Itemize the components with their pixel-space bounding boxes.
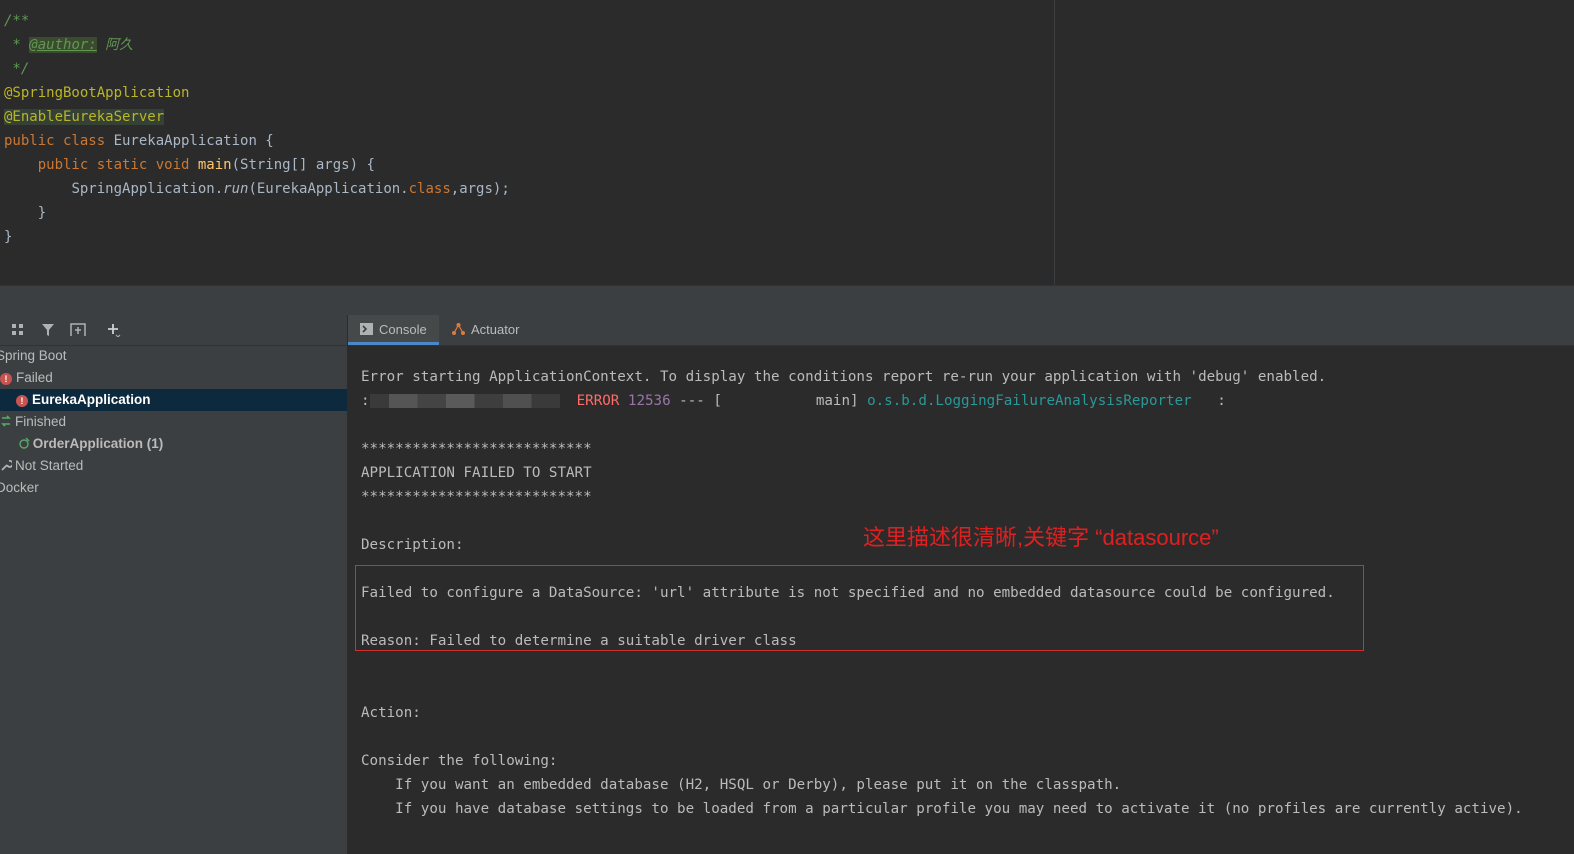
tree-node-not-started[interactable]: Not Started (0, 455, 347, 477)
console-line: If you want an embedded database (H2, HS… (361, 777, 1122, 793)
annotation-token: @SpringBootApplication (4, 85, 190, 101)
tree-node-failed[interactable]: ! Failed (0, 367, 347, 389)
code-line: @EnableEurekaServer (4, 106, 165, 128)
spring-app-icon (19, 437, 30, 449)
services-toolbar (0, 315, 347, 346)
add-icon[interactable] (104, 320, 124, 340)
console-tabs: Console Actuator (348, 315, 1574, 346)
group-icon[interactable] (8, 320, 28, 340)
console-line: *************************** (361, 441, 592, 457)
error-icon: ! (0, 373, 12, 385)
error-icon: ! (16, 395, 28, 407)
console-line: If you have database settings to be load… (361, 801, 1523, 817)
code-line: } (4, 205, 47, 221)
code-line: public static void main(String[] args) { (37, 157, 375, 173)
console-line: APPLICATION FAILED TO START (361, 465, 592, 481)
console-line: Action: (361, 705, 421, 721)
code-line: * @author: 阿久 (4, 37, 134, 53)
pin-tab-icon[interactable] (68, 320, 88, 340)
code-line: } (4, 229, 13, 245)
code-line: SpringApplication.run(EurekaApplication.… (71, 181, 510, 197)
right-margin-guide (1054, 0, 1055, 285)
console-line: Failed to configure a DataSource: 'url' … (361, 585, 1335, 601)
redacted-timestamp (369, 394, 560, 408)
console-line: Consider the following: (361, 753, 558, 769)
rerun-icon (1, 415, 11, 427)
code-line: public class EurekaApplication { (4, 133, 274, 149)
run-console: Console Actuator Error starting Applicat… (348, 315, 1574, 854)
code-line: */ (4, 61, 30, 77)
console-line: : ERROR 12536 --- [ main] o.s.b.d.Loggin… (361, 393, 1226, 409)
code-line: @SpringBootApplication (4, 82, 189, 104)
actuator-icon (452, 323, 465, 335)
annotation-token: @EnableEurekaServer (4, 109, 165, 125)
javadoc-tag: @author: (29, 37, 97, 53)
code-line: /** (4, 13, 30, 29)
tool-window-header (0, 285, 1574, 316)
red-annotation-note: 这里描述很清晰,关键字 “datasource” (863, 525, 1219, 550)
code-editor[interactable]: /** * @author: 阿久 */ @SpringBootApplicat… (0, 0, 1574, 285)
tree-node-finished[interactable]: Finished (0, 411, 347, 433)
tab-console[interactable]: Console (348, 315, 439, 345)
tree-node-docker[interactable]: Docker (0, 477, 343, 499)
console-line: Reason: Failed to determine a suitable d… (361, 633, 797, 649)
console-line: Error starting ApplicationContext. To di… (361, 369, 1327, 385)
tree-node-order-application[interactable]: OrderApplication (1) (0, 433, 347, 455)
console-line: *************************** (361, 489, 592, 505)
filter-icon[interactable] (38, 320, 58, 340)
tab-actuator[interactable]: Actuator (440, 315, 531, 345)
wrench-icon (1, 460, 12, 471)
services-panel: Spring Boot ! Failed ! EurekaApplication F… (0, 315, 348, 854)
console-icon (360, 323, 373, 335)
tree-node-spring-boot[interactable]: Spring Boot (0, 345, 343, 367)
console-line: Description: (361, 537, 464, 553)
tree-node-eureka-application[interactable]: ! EurekaApplication (0, 389, 347, 411)
